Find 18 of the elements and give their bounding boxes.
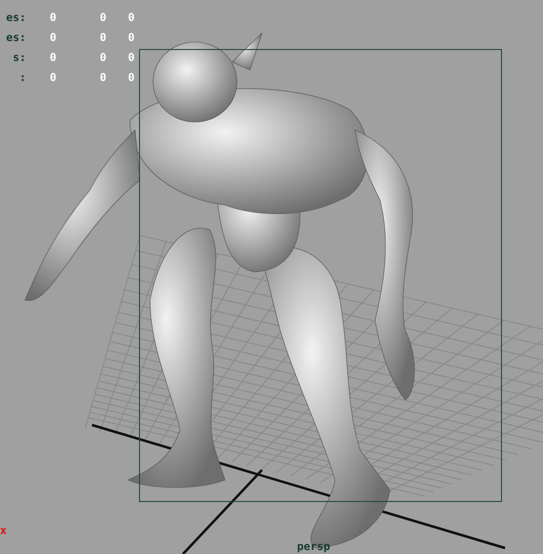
hud-value: 0: [100, 71, 106, 84]
hud-label: es:: [6, 31, 27, 44]
hud-value: 0: [128, 31, 135, 44]
hud-value: 0: [128, 51, 135, 64]
hud-value: 0: [50, 31, 56, 44]
hud-label: es:: [6, 11, 27, 24]
hud-value: 0: [128, 71, 135, 84]
hud-value: 0: [50, 51, 56, 64]
axis-label: x: [0, 524, 7, 537]
hud-label: :: [19, 71, 27, 84]
hud-label: s:: [12, 51, 27, 64]
hud-value: 0: [50, 71, 56, 84]
hud-value: 0: [128, 11, 135, 24]
hud-value: 0: [50, 11, 56, 24]
hud-value: 0: [100, 11, 106, 24]
hud-value: 0: [100, 51, 106, 64]
camera-label: persp: [297, 540, 330, 553]
hud-value: 0: [100, 31, 106, 44]
